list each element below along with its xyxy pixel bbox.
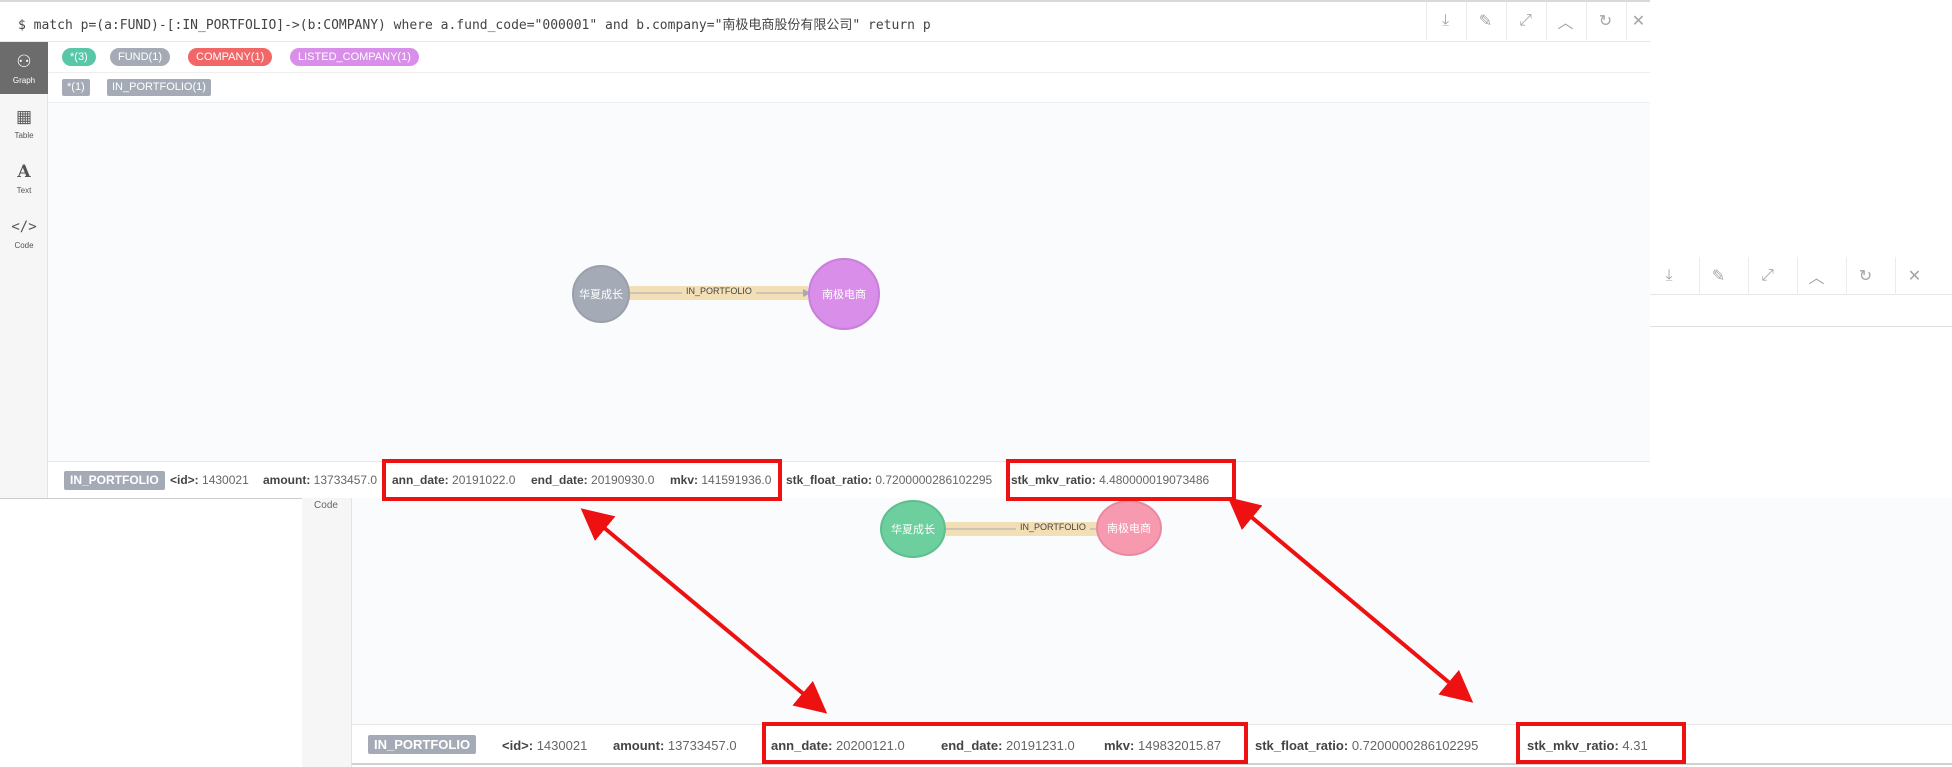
graph-node-fund[interactable]: 华夏成长 — [880, 500, 946, 558]
prop-value: 13733457.0 — [667, 738, 737, 753]
sidebar-item-label: Text — [16, 185, 32, 195]
rerun-icon[interactable]: ↻ — [1586, 2, 1624, 40]
prop-value: 1430021 — [202, 473, 249, 487]
prop-id: <id>: 1430021 — [502, 738, 587, 753]
view-sidebar: Code — [302, 498, 352, 767]
query-bar: $ match p=(a:FUND)-[:IN_PORTFOLIO]->(b:C… — [0, 0, 1650, 42]
table-icon: ▦ — [15, 106, 33, 126]
graph-canvas[interactable]: IN_PORTFOLIO 华夏成长 南极电商 — [48, 103, 1650, 461]
frame-legend-bar — [1650, 295, 1952, 327]
prop-id: <id>: 1430021 — [170, 473, 249, 487]
expand-icon[interactable]: ⤢ — [1506, 2, 1544, 40]
frame-toolbar: ⤓ ✎ ⤢ ︿ ↻ ✕ — [1650, 255, 1952, 295]
sidebar-item-code[interactable]: </> Code — [0, 207, 48, 259]
close-icon[interactable]: ✕ — [1626, 2, 1650, 40]
prop-key: amount: — [613, 738, 665, 753]
prop-value: 13733457.0 — [313, 473, 378, 487]
prop-value: 0.7200000286102295 — [1351, 738, 1479, 753]
rerun-icon[interactable]: ↻ — [1846, 257, 1884, 295]
prop-value: 1430021 — [536, 738, 588, 753]
rel-type-all[interactable]: *(1) — [62, 79, 90, 96]
text-icon: A — [17, 161, 31, 182]
graph-node-company[interactable]: 南极电商 — [1096, 500, 1162, 556]
edge-label: IN_PORTFOLIO — [682, 286, 756, 296]
node-label-fund[interactable]: FUND(1) — [110, 48, 170, 66]
node-label-all[interactable]: *(3) — [62, 48, 96, 66]
properties-status-bar: IN_PORTFOLIO <id>: 1430021 amount: 13733… — [48, 461, 1650, 498]
highlight-box-dates-top — [382, 459, 782, 501]
collapse-up-icon[interactable]: ︿ — [1797, 257, 1835, 295]
prop-value: 0.7200000286102295 — [875, 473, 993, 487]
prop-key: <id>: — [502, 738, 534, 753]
sidebar-item-label: Table — [14, 130, 34, 140]
pin-icon[interactable]: ✎ — [1466, 2, 1504, 40]
prop-key: amount: — [263, 473, 311, 487]
result-frame-top: $ match p=(a:FUND)-[:IN_PORTFOLIO]->(b:C… — [0, 0, 1650, 499]
highlight-box-ratio-bottom — [1516, 722, 1686, 764]
prop-stk-float-ratio: stk_float_ratio: 0.7200000286102295 — [786, 473, 992, 487]
node-labels-bar: *(3) FUND(1) COMPANY(1) LISTED_COMPANY(1… — [48, 42, 1650, 73]
view-sidebar: ⚇ Graph ▦ Table A Text </> Code — [0, 42, 48, 498]
node-label-company[interactable]: COMPANY(1) — [188, 48, 273, 66]
sidebar-item-text[interactable]: A Text — [0, 152, 48, 204]
prop-key: <id>: — [170, 473, 199, 487]
prop-stk-float-ratio: stk_float_ratio: 0.7200000286102295 — [1255, 738, 1478, 753]
node-label-listed-company[interactable]: LISTED_COMPANY(1) — [290, 48, 419, 66]
relationship-type-tag[interactable]: IN_PORTFOLIO — [368, 735, 477, 754]
graph-canvas[interactable]: IN_PORTFOLIO 华夏成长 南极电商 — [352, 498, 1952, 724]
highlight-box-dates-bottom — [762, 722, 1248, 764]
download-icon[interactable]: ⤓ — [1426, 2, 1464, 40]
graph-node-company[interactable]: 南极电商 — [808, 258, 880, 330]
collapse-up-icon[interactable]: ︿ — [1546, 2, 1584, 40]
prop-amount: amount: 13733457.0 — [263, 473, 377, 487]
graph-node-fund[interactable]: 华夏成长 — [572, 265, 630, 323]
pin-icon[interactable]: ✎ — [1699, 257, 1737, 295]
expand-icon[interactable]: ⤢ — [1748, 257, 1786, 295]
result-frame-partial: ⤓ ✎ ⤢ ︿ ↻ ✕ — [1650, 255, 1952, 355]
prop-key: stk_float_ratio: — [786, 473, 873, 487]
edge-label: IN_PORTFOLIO — [1016, 522, 1090, 532]
relationship-type-tag[interactable]: IN_PORTFOLIO — [64, 471, 165, 490]
prop-key: stk_float_ratio: — [1255, 738, 1349, 753]
highlight-box-ratio-top — [1006, 459, 1236, 501]
sidebar-item-label: Graph — [12, 75, 36, 85]
sidebar-item-code[interactable]: Code — [302, 500, 350, 511]
download-icon[interactable]: ⤓ — [1650, 257, 1688, 295]
close-icon[interactable]: ✕ — [1895, 257, 1933, 295]
sidebar-item-label: Code — [14, 240, 34, 250]
rel-type-in-portfolio[interactable]: IN_PORTFOLIO(1) — [107, 79, 211, 96]
query-text[interactable]: $ match p=(a:FUND)-[:IN_PORTFOLIO]->(b:C… — [18, 14, 931, 33]
relationship-types-bar: *(1) IN_PORTFOLIO(1) — [48, 73, 1650, 103]
graph-icon: ⚇ — [16, 51, 32, 71]
prop-amount: amount: 13733457.0 — [613, 738, 737, 753]
sidebar-item-table[interactable]: ▦ Table — [0, 97, 48, 149]
code-icon: </> — [11, 218, 37, 235]
sidebar-item-graph[interactable]: ⚇ Graph — [0, 42, 48, 94]
